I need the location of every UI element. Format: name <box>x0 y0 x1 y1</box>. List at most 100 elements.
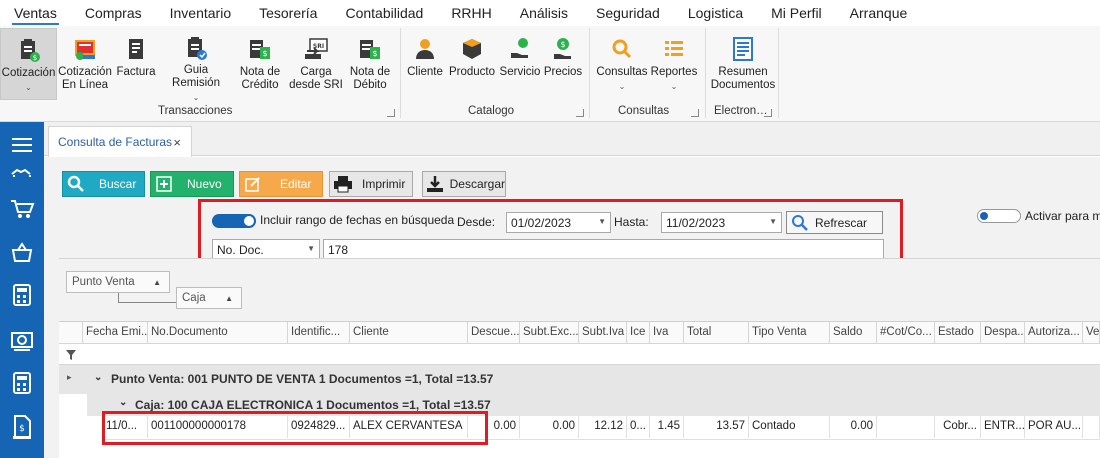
menu-rrhh[interactable]: RRHH <box>437 0 505 26</box>
cotizacion-button[interactable]: $ Cotización ⌄ <box>0 28 57 100</box>
servicio-button[interactable]: Servicio <box>500 28 540 100</box>
factura-button[interactable]: Factura <box>114 28 158 100</box>
credit-note-icon: $ <box>247 36 273 62</box>
menu-compras[interactable]: Compras <box>71 0 156 26</box>
cotizacion-en-linea-button[interactable]: Cotización En Línea <box>58 28 112 100</box>
activate-toggle[interactable] <box>977 209 1021 223</box>
reports-icon <box>661 36 687 62</box>
menu-logistica[interactable]: Logistica <box>674 0 757 26</box>
calculator-icon[interactable] <box>0 368 44 398</box>
menu-arranque[interactable]: Arranque <box>836 0 922 26</box>
menu-tesoreria[interactable]: Tesorería <box>245 0 331 26</box>
hamburger-menu-icon[interactable] <box>0 130 44 160</box>
group-chip-caja[interactable]: Caja ▲ <box>176 287 242 309</box>
cell-identificacion: 0924829... <box>288 416 350 438</box>
column-header[interactable]: Total <box>684 322 749 344</box>
desde-date-field[interactable]: 01/02/2023 ▼ <box>506 212 611 233</box>
column-header[interactable]: Subt.Exc... <box>520 322 579 344</box>
cell-ice: 0... <box>627 416 650 438</box>
handshake-icon[interactable] <box>0 160 44 190</box>
cell-iva: 1.45 <box>650 416 684 438</box>
main-menu-bar: Ventas Compras Inventario Tesorería Cont… <box>0 0 1100 26</box>
menu-seguridad[interactable]: Seguridad <box>582 0 674 26</box>
column-header[interactable]: Estado <box>935 322 981 344</box>
column-header[interactable]: Autoriza... <box>1025 322 1083 344</box>
hasta-date-field[interactable]: 11/02/2023 ▼ <box>661 212 782 233</box>
column-header[interactable]: Cliente <box>350 322 468 344</box>
column-header[interactable]: Saldo <box>830 322 877 344</box>
guia-remision-button[interactable]: Guia Remisión ⌄ <box>160 28 232 102</box>
date-range-toggle[interactable] <box>212 214 256 228</box>
column-header[interactable]: No.Documento <box>148 322 288 344</box>
expand-icon[interactable]: ▸ <box>67 372 72 383</box>
collapse-icon[interactable]: ⌄ <box>94 372 102 383</box>
menu-mi-perfil[interactable]: Mi Perfil <box>757 0 836 26</box>
producto-button[interactable]: Producto <box>448 28 496 100</box>
filter-icon[interactable] <box>66 349 76 363</box>
refresh-button[interactable]: Refrescar <box>786 211 883 234</box>
group-row-caja[interactable]: ⌄ Caja: 100 CAJA ELECTRONICA 1 Documento… <box>87 394 1100 416</box>
svg-text:$: $ <box>32 54 36 62</box>
nota-credito-button[interactable]: $ Nota de Crédito <box>234 28 286 100</box>
edit-button[interactable]: Editar <box>239 171 323 197</box>
tab-consulta-facturas[interactable]: Consulta de Facturas × <box>48 126 192 157</box>
menu-contabilidad[interactable]: Contabilidad <box>331 0 437 26</box>
cliente-button[interactable]: Cliente <box>406 28 444 100</box>
edit-icon <box>242 173 264 195</box>
new-button[interactable]: Nuevo <box>150 171 234 197</box>
calculator-icon[interactable] <box>0 280 44 310</box>
download-button[interactable]: Descargar <box>422 171 506 197</box>
column-header[interactable]: Fecha Emi... <box>83 322 148 344</box>
column-header[interactable]: #Cot/Co... <box>877 322 935 344</box>
grid-filter-row[interactable] <box>59 344 1100 365</box>
desde-label: Desde: <box>457 215 496 229</box>
dialog-launcher-icon[interactable] <box>764 109 772 117</box>
search-field-select[interactable]: No. Doc. ▼ <box>212 239 320 260</box>
column-header[interactable]: Subt.Iva <box>579 322 627 344</box>
collapse-icon[interactable]: ⌄ <box>119 397 127 408</box>
resumen-documentos-button[interactable]: Resumen Documentos <box>710 28 776 100</box>
service-icon <box>507 36 533 62</box>
sri-upload-icon: SRI <box>303 36 329 62</box>
basket-icon[interactable] <box>0 238 44 268</box>
column-header[interactable]: Despa... <box>981 322 1025 344</box>
menu-analisis[interactable]: Análisis <box>506 0 582 26</box>
svg-text:$: $ <box>560 40 565 49</box>
column-header[interactable]: Iva <box>650 322 684 344</box>
cell-cot <box>877 416 935 438</box>
dialog-launcher-icon[interactable] <box>576 109 584 117</box>
reportes-button[interactable]: Reportes ⌄ <box>650 28 698 100</box>
group-row-punto-venta[interactable]: ▸ ⌄ Punto Venta: 001 PUNTO DE VENTA 1 Do… <box>59 365 1100 394</box>
precios-button[interactable]: $ Precios <box>544 28 582 100</box>
close-icon[interactable]: × <box>173 135 181 150</box>
cart-icon[interactable] <box>0 194 44 224</box>
dialog-launcher-icon[interactable] <box>691 109 699 117</box>
group-label-consultas: Consultas <box>618 105 670 117</box>
group-chip-punto-venta[interactable]: Punto Venta ▲ <box>66 271 170 293</box>
cash-register-icon[interactable] <box>0 326 44 356</box>
column-header[interactable]: Descue... <box>468 322 520 344</box>
quote-icon: $ <box>16 37 42 63</box>
printer-icon <box>332 173 354 195</box>
table-row[interactable]: 11/0... 001100000000178 0924829... ALEX … <box>103 416 1100 440</box>
date-range-label: Incluir rango de fechas en búsqueda <box>260 213 455 227</box>
column-header[interactable]: Ice <box>627 322 650 344</box>
product-icon <box>459 36 485 62</box>
column-header[interactable]: Ver <box>1083 322 1100 344</box>
cell-subt-exc: 0.00 <box>520 416 579 438</box>
column-header[interactable]: Tipo Venta <box>749 322 830 344</box>
online-quote-icon <box>72 36 98 62</box>
print-button[interactable]: Imprimir <box>329 171 413 197</box>
search-value-input[interactable]: 178 <box>323 239 884 260</box>
search-button[interactable]: Buscar <box>62 171 145 197</box>
column-header[interactable]: Identific... <box>288 322 350 344</box>
svg-text:$: $ <box>372 49 377 58</box>
menu-ventas[interactable]: Ventas <box>0 0 71 26</box>
document-money-icon[interactable]: $ <box>0 412 44 442</box>
chevron-down-icon: ⌄ <box>25 83 32 92</box>
dialog-launcher-icon[interactable] <box>387 109 395 117</box>
nota-debito-button[interactable]: $ Nota de Débito <box>346 28 394 100</box>
consultas-button[interactable]: Consultas ⌄ <box>595 28 649 100</box>
carga-sri-button[interactable]: SRI Carga desde SRI <box>288 28 344 100</box>
menu-inventario[interactable]: Inventario <box>156 0 245 26</box>
